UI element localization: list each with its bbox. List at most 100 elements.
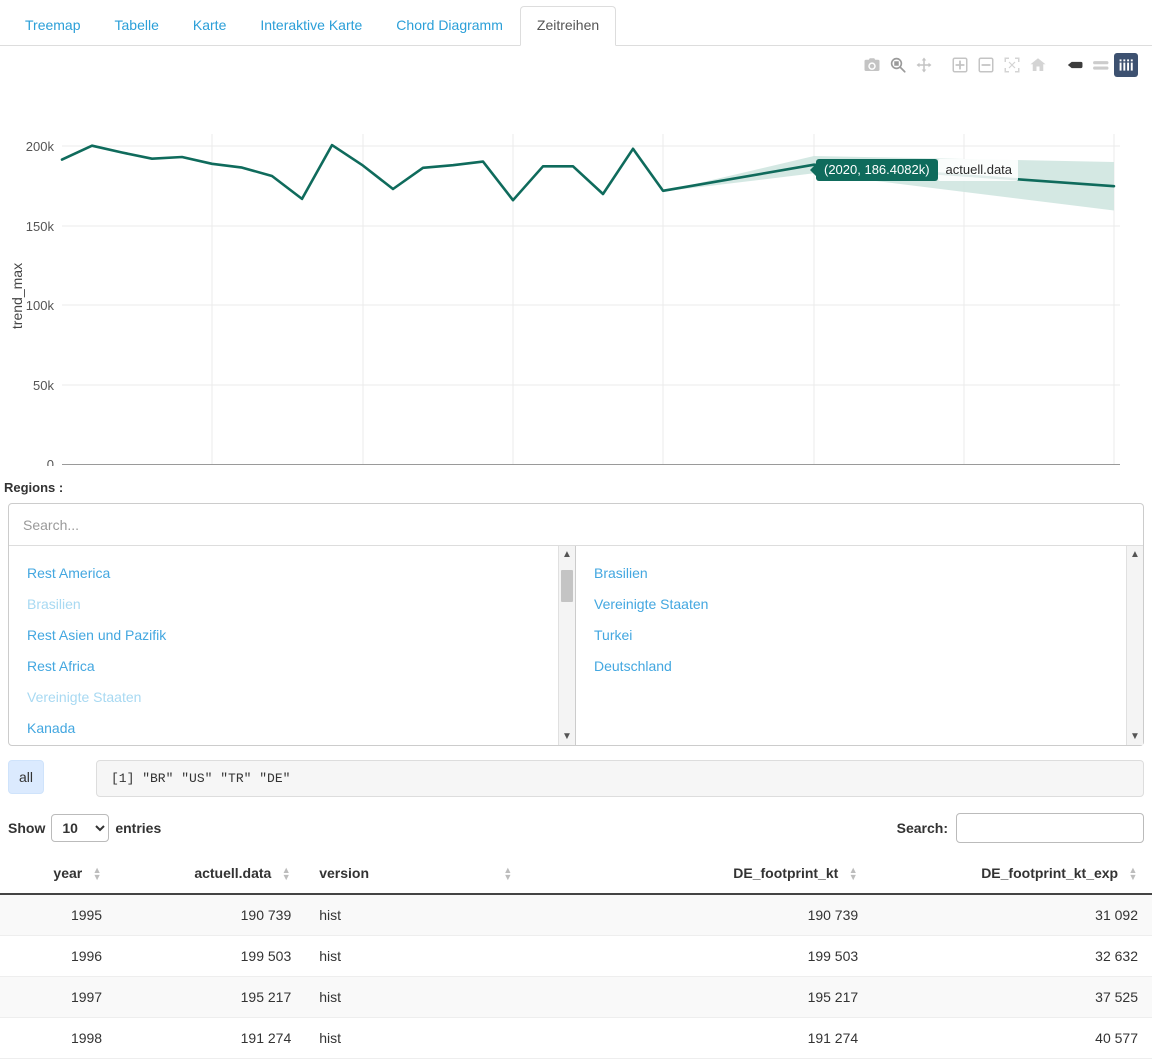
cell-year: 1995 — [0, 894, 117, 937]
region-option-rest-africa[interactable]: Rest Africa — [9, 651, 575, 682]
scroll-up-arrow-icon[interactable]: ▲ — [559, 546, 575, 563]
col-header-actuell-data-label: actuell.data — [194, 865, 272, 881]
region-option-brasilien[interactable]: Brasilien — [9, 589, 575, 620]
svg-text:200k: 200k — [26, 139, 55, 154]
cell-version: hist — [305, 935, 641, 978]
reset-axes-icon[interactable] — [1026, 53, 1050, 77]
col-header-de-footprint-kt-label: DE_footprint_kt — [733, 865, 839, 881]
search-label: Search: — [896, 820, 948, 836]
sort-icon-de-footprint-kt-exp[interactable]: ▲ ▼ — [1128, 866, 1138, 882]
download-plot-icon[interactable] — [860, 53, 884, 77]
cell-actuell-data: 199 503 — [116, 935, 306, 978]
table-header: year ▲ ▼ actuell.data ▲ ▼ version ▲ ▼ DE_fo… — [0, 855, 1152, 896]
region-option-rest-america[interactable]: Rest America — [9, 558, 575, 589]
timeseries-chart[interactable]: 1995 2000 2005 2010 2015 2020 2025 2030 … — [0, 46, 1152, 466]
region-option-kanada[interactable]: Kanada — [9, 713, 575, 744]
tab-tabelle[interactable]: Tabelle — [98, 6, 176, 46]
cell-de-footprint-kt-exp: 37 525 — [872, 976, 1152, 1019]
page-length-select[interactable]: 102550100 — [51, 814, 110, 842]
y-tick-labels: 200k 150k 100k 50k 0 — [26, 139, 55, 466]
available-scrollbar[interactable]: ▲ ▼ — [558, 546, 575, 745]
scroll-down-arrow-icon[interactable]: ▼ — [559, 728, 575, 745]
regions-label: Regions : — [4, 480, 64, 495]
col-header-year[interactable]: year ▲ ▼ — [0, 855, 117, 896]
page-length-control: Show 102550100 entries — [8, 814, 161, 842]
regions-selected-panel: Brasilien Vereinigte Staaten Turkei Deut… — [576, 546, 1143, 745]
scrollbar-thumb[interactable] — [561, 570, 573, 602]
sort-icon-version[interactable]: ▲ ▼ — [503, 866, 513, 882]
region-selected-turkei[interactable]: Turkei — [576, 620, 1143, 651]
tab-bar: Treemap Tabelle Karte Interaktive Karte … — [0, 0, 1152, 46]
table-row[interactable]: 1995 190 739 hist 190 739 31 092 — [0, 894, 1152, 937]
region-selected-brasilien[interactable]: Brasilien — [576, 558, 1143, 589]
results-table: year ▲ ▼ actuell.data ▲ ▼ version ▲ ▼ DE_fo… — [0, 855, 1152, 1059]
plotly-modebar — [860, 53, 1138, 77]
hover-compare-icon[interactable] — [1062, 53, 1086, 77]
sort-icon-de-footprint-kt[interactable]: ▲ ▼ — [848, 866, 858, 882]
table-row[interactable]: 1998 191 274 hist 191 274 40 577 — [0, 1017, 1152, 1059]
svg-text:100k: 100k — [26, 298, 55, 313]
table-row[interactable]: 1997 195 217 hist 195 217 37 525 — [0, 976, 1152, 1019]
col-header-de-footprint-kt-exp-label: DE_footprint_kt_exp — [981, 865, 1119, 881]
region-selected-deutschland[interactable]: Deutschland — [576, 651, 1143, 682]
y-axis-title: trend_max — [9, 263, 25, 329]
verbatim-output: [1] "BR" "US" "TR" "DE" — [96, 760, 1144, 797]
cell-de-footprint-kt-exp: 31 092 — [872, 894, 1152, 937]
col-header-version[interactable]: version ▲ ▼ — [305, 855, 641, 896]
svg-text:0: 0 — [47, 457, 54, 466]
regions-picker: Rest America Brasilien Rest Asien und Pa… — [8, 503, 1144, 746]
zoom-out-icon[interactable] — [974, 53, 998, 77]
autoscale-icon[interactable] — [1000, 53, 1024, 77]
table-search-control: Search: — [897, 813, 1144, 843]
cell-version: hist — [305, 894, 641, 937]
region-selected-vereinigte-staaten[interactable]: Vereinigte Staaten — [576, 589, 1143, 620]
cell-de-footprint-kt: 191 274 — [640, 1017, 873, 1059]
datatable-controls: Show 102550100 entries Search: — [8, 813, 1144, 843]
region-option-rest-asien-und-pazifik[interactable]: Rest Asien und Pazifik — [9, 620, 575, 651]
pan-icon[interactable] — [912, 53, 936, 77]
tab-chord-diagramm[interactable]: Chord Diagramm — [379, 6, 520, 46]
cell-de-footprint-kt-exp: 32 632 — [872, 935, 1152, 978]
table-header-row: year ▲ ▼ actuell.data ▲ ▼ version ▲ ▼ DE_fo… — [0, 855, 1152, 896]
zoom-in-icon[interactable] — [948, 53, 972, 77]
svg-text:50k: 50k — [33, 378, 54, 393]
col-header-version-label: version — [319, 865, 370, 881]
col-header-de-footprint-kt-exp[interactable]: DE_footprint_kt_exp ▲ ▼ — [872, 855, 1152, 896]
cell-year: 1998 — [0, 1017, 117, 1059]
show-label: Show — [8, 820, 46, 836]
cell-actuell-data: 190 739 — [116, 894, 306, 937]
col-header-de-footprint-kt[interactable]: DE_footprint_kt ▲ ▼ — [640, 855, 873, 896]
scroll-down-arrow-icon-right[interactable]: ▼ — [1127, 728, 1143, 745]
sort-icon-actuell-data[interactable]: ▲ ▼ — [281, 866, 291, 882]
sort-icon-year[interactable]: ▲ ▼ — [92, 866, 102, 882]
table-row[interactable]: 1996 199 503 hist 199 503 32 632 — [0, 935, 1152, 978]
plot-canvas: 1995 2000 2005 2010 2015 2020 2025 2030 … — [9, 134, 1120, 466]
tab-treemap[interactable]: Treemap — [8, 6, 98, 46]
selection-actions-row: all [1] "BR" "US" "TR" "DE" — [8, 760, 1144, 797]
col-header-actuell-data[interactable]: actuell.data ▲ ▼ — [116, 855, 306, 896]
cell-actuell-data: 191 274 — [116, 1017, 306, 1059]
cell-actuell-data: 195 217 — [116, 976, 306, 1019]
cell-year: 1997 — [0, 976, 117, 1019]
selected-scrollbar[interactable]: ▲ ▼ — [1126, 546, 1143, 745]
tab-karte[interactable]: Karte — [176, 6, 243, 46]
regions-available-panel: Rest America Brasilien Rest Asien und Pa… — [9, 546, 576, 745]
regions-available-list: Rest America Brasilien Rest Asien und Pa… — [9, 546, 575, 744]
spike-lines-icon[interactable] — [1114, 53, 1138, 77]
hover-value: (2020, 186.4082k) — [816, 159, 938, 181]
regions-search-input[interactable] — [9, 504, 1143, 546]
table-search-input[interactable] — [956, 813, 1144, 843]
region-option-vereinigte-staaten[interactable]: Vereinigte Staaten — [9, 682, 575, 713]
scroll-up-arrow-icon-right[interactable]: ▲ — [1127, 546, 1143, 563]
cell-version: hist — [305, 1017, 641, 1059]
regions-selected-list: Brasilien Vereinigte Staaten Turkei Deut… — [576, 546, 1143, 682]
cell-version: hist — [305, 976, 641, 1019]
col-header-year-label: year — [53, 865, 83, 881]
tab-interaktive-karte[interactable]: Interaktive Karte — [243, 6, 379, 46]
hover-series-name: actuell.data — [937, 159, 1019, 181]
hover-closest-icon[interactable] — [1088, 53, 1112, 77]
zoom-icon[interactable] — [886, 53, 910, 77]
table-body: 1995 190 739 hist 190 739 31 092 1996 19… — [0, 894, 1152, 1059]
tab-zeitreihen[interactable]: Zeitreihen — [519, 6, 617, 46]
all-button[interactable]: all — [8, 760, 44, 794]
